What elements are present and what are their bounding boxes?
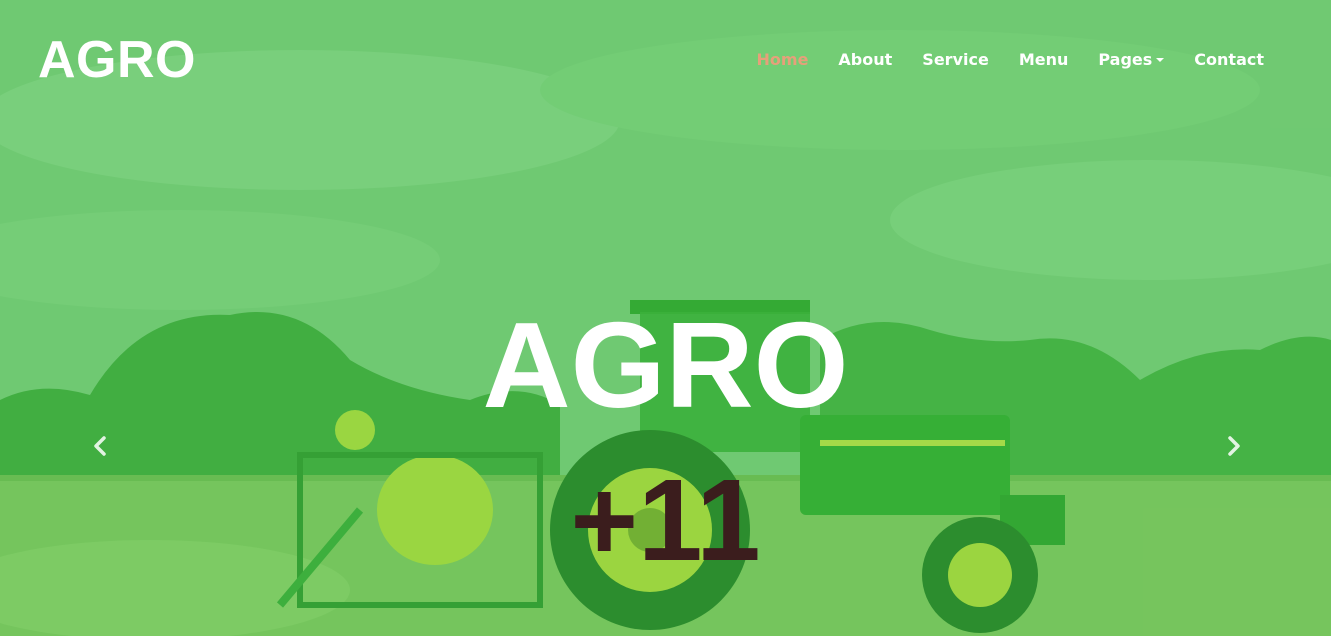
nav-item-pages[interactable]: Pages xyxy=(1083,48,1179,72)
main-nav: Home About Service Menu Pages Contact xyxy=(742,48,1279,72)
nav-item-pages-label: Pages xyxy=(1098,50,1153,69)
nav-item-menu[interactable]: Menu xyxy=(1004,48,1084,72)
caret-down-icon xyxy=(1156,58,1165,62)
hero-title: AGRO xyxy=(482,297,849,433)
carousel-next-button[interactable] xyxy=(1220,432,1248,460)
carousel-prev-button[interactable] xyxy=(86,432,114,460)
nav-item-about[interactable]: About xyxy=(823,48,907,72)
brand-logo[interactable]: AGRO xyxy=(38,28,196,92)
nav-item-home[interactable]: Home xyxy=(742,48,824,72)
chevron-left-icon xyxy=(94,436,106,456)
nav-item-contact[interactable]: Contact xyxy=(1179,48,1279,72)
nav-item-service[interactable]: Service xyxy=(907,48,1004,72)
chevron-right-icon xyxy=(1228,436,1240,456)
hero-subtitle: +11 xyxy=(570,455,761,585)
